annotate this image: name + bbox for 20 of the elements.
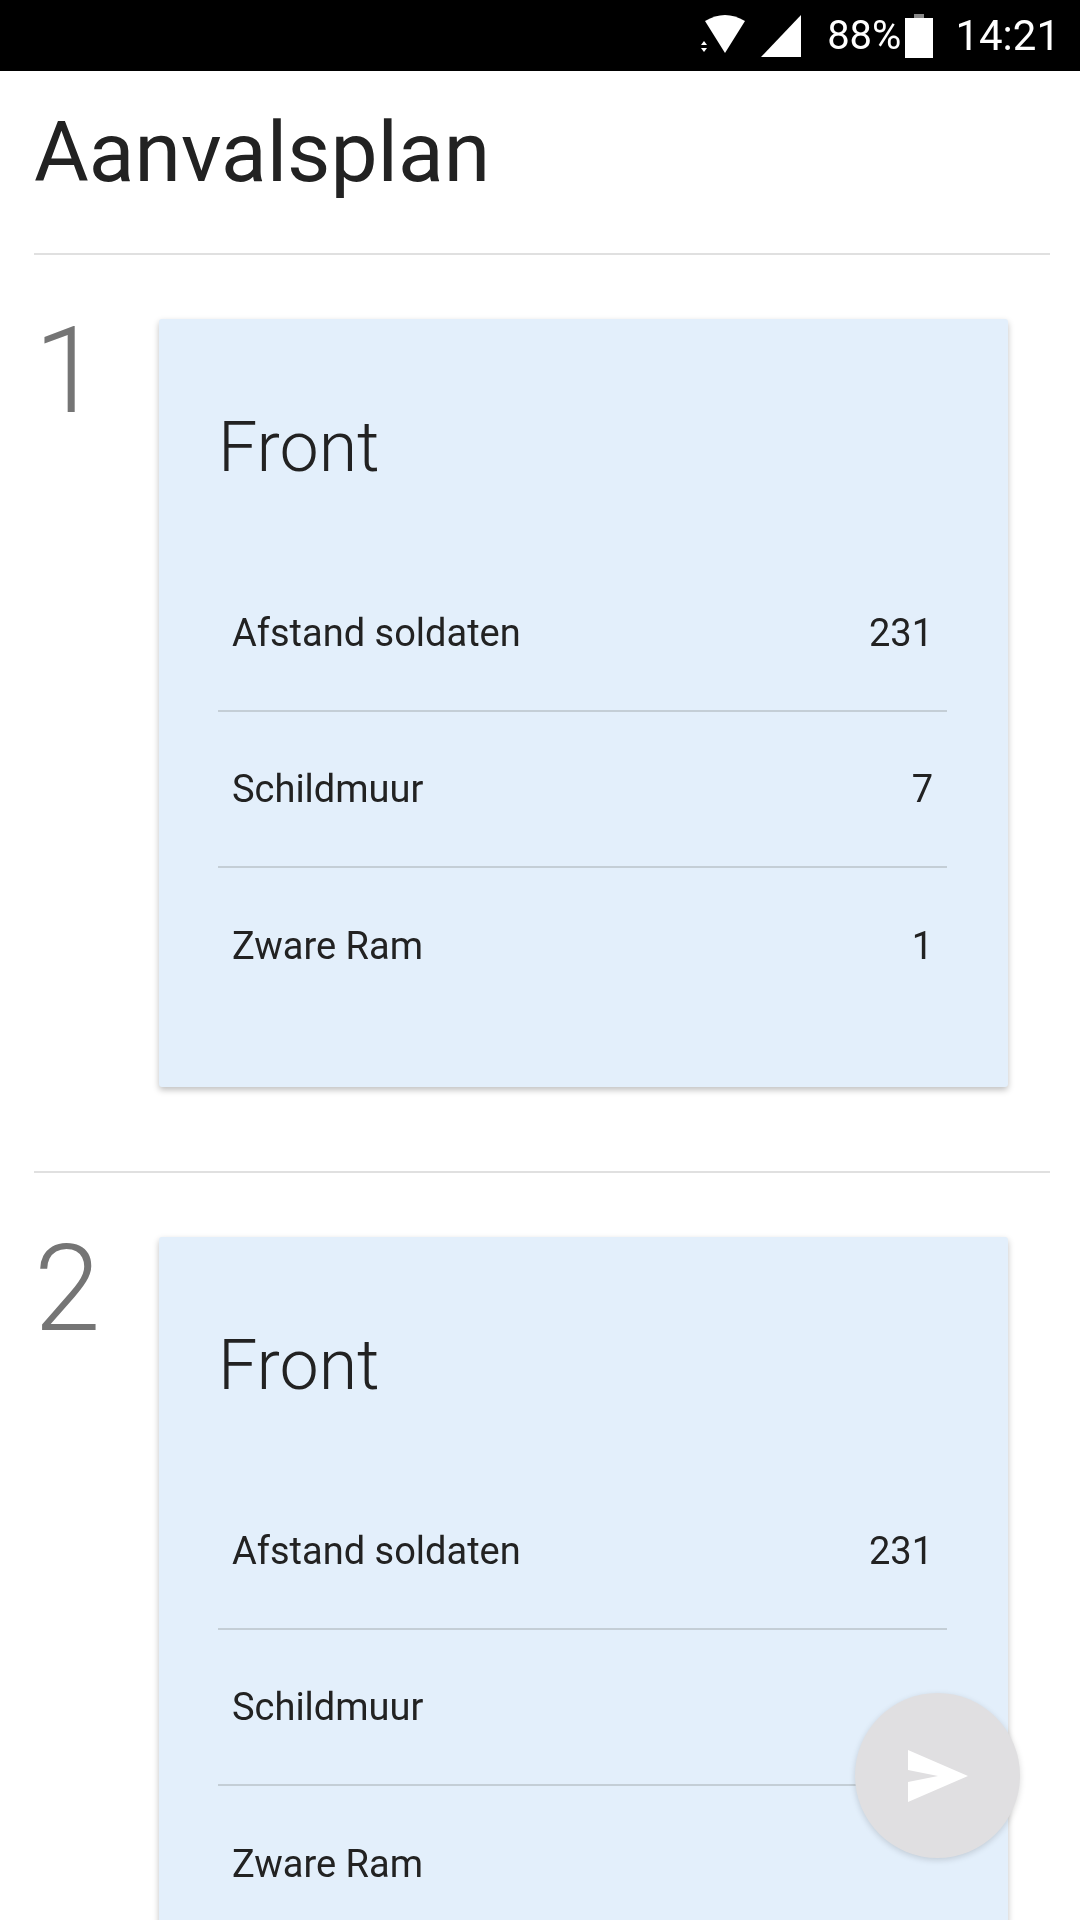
row-label: Afstand soldaten (232, 1527, 521, 1575)
row-label: Schildmuur (232, 765, 424, 813)
clock-time: 14:21 (955, 14, 1060, 57)
row-value: 231 (868, 609, 933, 657)
row-label: Zware Ram (232, 922, 423, 970)
row-label: Afstand soldaten (232, 609, 521, 657)
row-value: 231 (868, 1527, 933, 1575)
page-title: Aanvalsplan (34, 102, 492, 204)
row-value: 7 (911, 765, 933, 813)
battery-percentage: 88% (827, 15, 902, 56)
battery-icon (905, 13, 934, 58)
row-label: Zware Ram (232, 1840, 423, 1888)
row-value: 1 (911, 922, 933, 970)
card-title: Front (218, 407, 381, 487)
row-label: Schildmuur (232, 1683, 424, 1731)
send-icon (907, 1749, 968, 1802)
card-title: Front (218, 1325, 381, 1405)
step-number: 1 (34, 311, 102, 443)
signal-icon (761, 14, 802, 57)
step-number: 2 (34, 1229, 102, 1361)
